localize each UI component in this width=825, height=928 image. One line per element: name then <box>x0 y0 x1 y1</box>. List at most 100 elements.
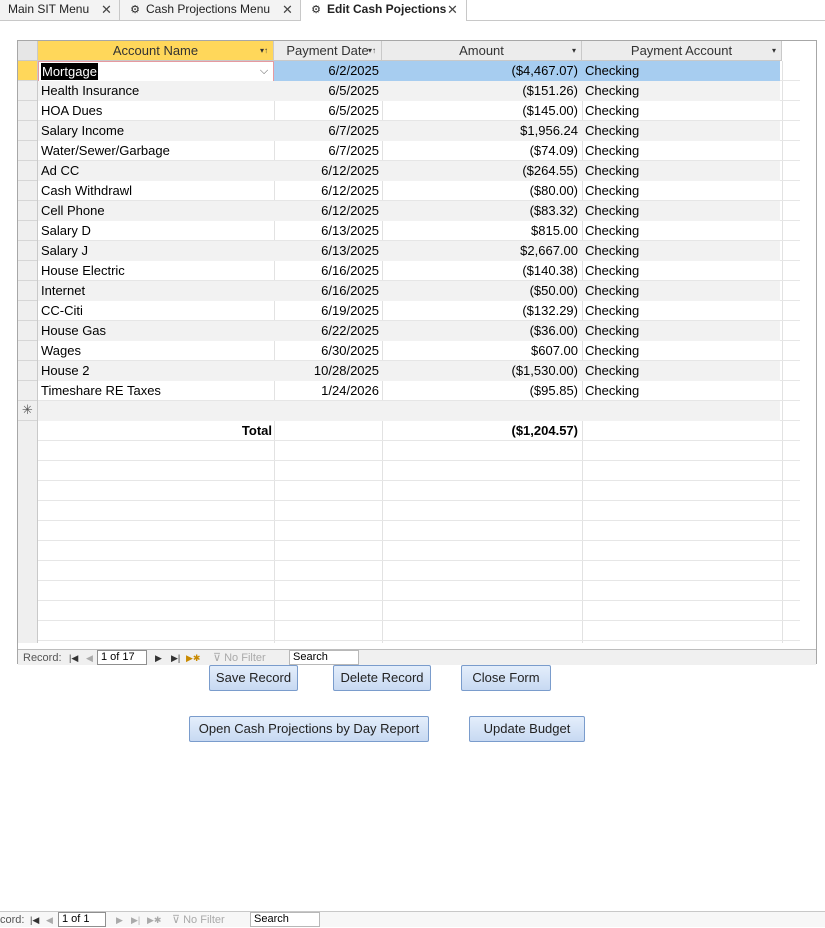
table-row[interactable]: House Gas 6/22/2025 ($36.00) Checking <box>38 321 780 341</box>
amount-cell[interactable]: ($74.09) <box>382 141 582 161</box>
account-name-cell[interactable]: House 2 <box>38 361 274 381</box>
payment-account-cell[interactable]: Checking <box>582 201 780 221</box>
delete-record-button[interactable]: Delete Record <box>333 665 431 691</box>
amount-cell[interactable]: ($132.29) <box>382 301 582 321</box>
no-filter-indicator[interactable]: ⊽ No Filter <box>213 650 266 666</box>
column-header-payment-account[interactable]: Payment Account ▾ <box>582 41 782 61</box>
account-name-cell[interactable]: Salary Income <box>38 121 274 141</box>
table-row[interactable]: HOA Dues 6/5/2025 ($145.00) Checking <box>38 101 780 121</box>
amount-cell[interactable]: ($264.55) <box>382 161 582 181</box>
account-name-cell[interactable]: Internet <box>38 281 274 301</box>
amount-cell[interactable]: ($80.00) <box>382 181 582 201</box>
payment-date-cell[interactable]: 10/28/2025 <box>274 361 382 381</box>
column-header-account-name[interactable]: Account Name ▾↑ <box>38 41 274 61</box>
account-name-cell[interactable]: Water/Sewer/Garbage <box>38 141 274 161</box>
search-input[interactable]: Search <box>250 912 320 927</box>
amount-cell[interactable]: $815.00 <box>382 221 582 241</box>
sort-filter-icon[interactable]: ▾↑ <box>260 41 268 60</box>
close-icon[interactable]: ✕ <box>101 0 112 19</box>
payment-account-cell[interactable]: Checking <box>582 141 780 161</box>
amount-cell[interactable]: ($145.00) <box>382 101 582 121</box>
record-selector[interactable] <box>18 121 37 141</box>
record-selector[interactable] <box>18 161 37 181</box>
account-name-cell[interactable]: Salary J <box>38 241 274 261</box>
close-form-button[interactable]: Close Form <box>461 665 551 691</box>
select-all-corner[interactable] <box>18 41 38 61</box>
payment-account-cell[interactable]: Checking <box>582 281 780 301</box>
close-icon[interactable]: ✕ <box>282 0 293 19</box>
tab-edit-cash-projections[interactable]: ⚙ Edit Cash Pojections ✕ <box>301 0 467 21</box>
payment-date-cell[interactable]: 6/5/2025 <box>274 81 382 101</box>
payment-account-cell[interactable]: Checking <box>582 161 780 181</box>
amount-cell[interactable]: ($140.38) <box>382 261 582 281</box>
payment-account-cell[interactable]: Checking <box>582 341 780 361</box>
chevron-down-icon[interactable]: ⌵ <box>257 63 271 79</box>
record-selector[interactable] <box>18 381 37 401</box>
next-record-icon[interactable]: ▶ <box>155 650 162 666</box>
column-header-payment-date[interactable]: Payment Date ▾↑ <box>274 41 382 61</box>
account-name-value[interactable]: Mortgage <box>41 63 98 80</box>
amount-cell[interactable]: $1,956.24 <box>382 121 582 141</box>
dropdown-arrow-icon[interactable]: ▾ <box>772 41 776 60</box>
table-row[interactable]: Salary Income 6/7/2025 $1,956.24 Checking <box>38 121 780 141</box>
open-report-button[interactable]: Open Cash Projections by Day Report <box>189 716 429 742</box>
save-record-button[interactable]: Save Record <box>209 665 298 691</box>
payment-account-cell[interactable]: Checking <box>582 381 780 401</box>
dropdown-arrow-icon[interactable]: ▾ <box>572 41 576 60</box>
record-selector[interactable] <box>18 341 37 361</box>
new-record-icon[interactable]: ▶✱ <box>186 650 200 666</box>
table-row[interactable]: Ad CC 6/12/2025 ($264.55) Checking <box>38 161 780 181</box>
amount-cell[interactable]: ($83.32) <box>382 201 582 221</box>
record-selector[interactable] <box>18 261 37 281</box>
table-row[interactable]: Salary J 6/13/2025 $2,667.00 Checking <box>38 241 780 261</box>
payment-date-cell[interactable]: 1/24/2026 <box>274 381 382 401</box>
previous-record-icon[interactable]: ◀ <box>86 650 93 666</box>
record-selector[interactable] <box>18 101 37 121</box>
amount-cell[interactable]: ($151.26) <box>382 81 582 101</box>
account-name-combobox[interactable]: Mortgage ⌵ <box>38 61 274 82</box>
payment-date-cell[interactable]: 6/12/2025 <box>274 201 382 221</box>
account-name-cell[interactable]: House Electric <box>38 261 274 281</box>
sort-filter-icon[interactable]: ▾↑ <box>368 41 376 60</box>
record-selector[interactable] <box>18 221 37 241</box>
payment-date-cell[interactable]: 6/16/2025 <box>274 261 382 281</box>
table-row[interactable]: CC-Citi 6/19/2025 ($132.29) Checking <box>38 301 780 321</box>
column-header-amount[interactable]: Amount ▾ <box>382 41 582 61</box>
payment-date-cell[interactable]: 6/12/2025 <box>274 161 382 181</box>
payment-date-cell[interactable]: 6/2/2025 <box>274 61 382 81</box>
tab-cash-projections-menu[interactable]: ⚙ Cash Projections Menu ✕ <box>120 0 301 20</box>
table-row[interactable]: Mortgage ⌵ 6/2/2025 ($4,467.07) Checking <box>38 61 780 82</box>
amount-cell[interactable]: $607.00 <box>382 341 582 361</box>
payment-date-cell[interactable]: 6/7/2025 <box>274 141 382 161</box>
payment-date-cell[interactable]: 6/16/2025 <box>274 281 382 301</box>
record-selector[interactable] <box>18 201 37 221</box>
table-row[interactable]: House 2 10/28/2025 ($1,530.00) Checking <box>38 361 780 381</box>
payment-date-cell[interactable]: 6/13/2025 <box>274 221 382 241</box>
current-record-field[interactable]: 1 of 1 <box>58 912 106 927</box>
payment-date-cell[interactable]: 6/19/2025 <box>274 301 382 321</box>
payment-account-cell[interactable]: Checking <box>582 301 780 321</box>
current-record-field[interactable]: 1 of 17 <box>97 650 147 665</box>
record-selector[interactable] <box>18 301 37 321</box>
new-record-row[interactable] <box>38 401 780 421</box>
amount-cell[interactable]: $2,667.00 <box>382 241 582 261</box>
record-selector[interactable] <box>18 241 37 261</box>
update-budget-button[interactable]: Update Budget <box>469 716 585 742</box>
amount-cell[interactable]: ($50.00) <box>382 281 582 301</box>
amount-cell[interactable]: ($36.00) <box>382 321 582 341</box>
payment-date-cell[interactable]: 6/7/2025 <box>274 121 382 141</box>
table-row[interactable]: House Electric 6/16/2025 ($140.38) Checking <box>38 261 780 281</box>
payment-date-cell[interactable]: 6/22/2025 <box>274 321 382 341</box>
account-name-cell[interactable]: Timeshare RE Taxes <box>38 381 274 401</box>
account-name-cell[interactable]: Wages <box>38 341 274 361</box>
payment-date-cell[interactable]: 6/13/2025 <box>274 241 382 261</box>
table-row[interactable]: Water/Sewer/Garbage 6/7/2025 ($74.09) Check… <box>38 141 780 161</box>
payment-account-cell[interactable]: Checking <box>582 101 780 121</box>
record-selector[interactable] <box>18 81 37 101</box>
account-name-cell[interactable]: CC-Citi <box>38 301 274 321</box>
table-row[interactable]: Timeshare RE Taxes 1/24/2026 ($95.85) Check… <box>38 381 780 401</box>
payment-account-cell[interactable]: Checking <box>582 361 780 381</box>
account-name-cell[interactable]: HOA Dues <box>38 101 274 121</box>
payment-account-cell[interactable]: Checking <box>582 261 780 281</box>
account-name-cell[interactable]: Health Insurance <box>38 81 274 101</box>
